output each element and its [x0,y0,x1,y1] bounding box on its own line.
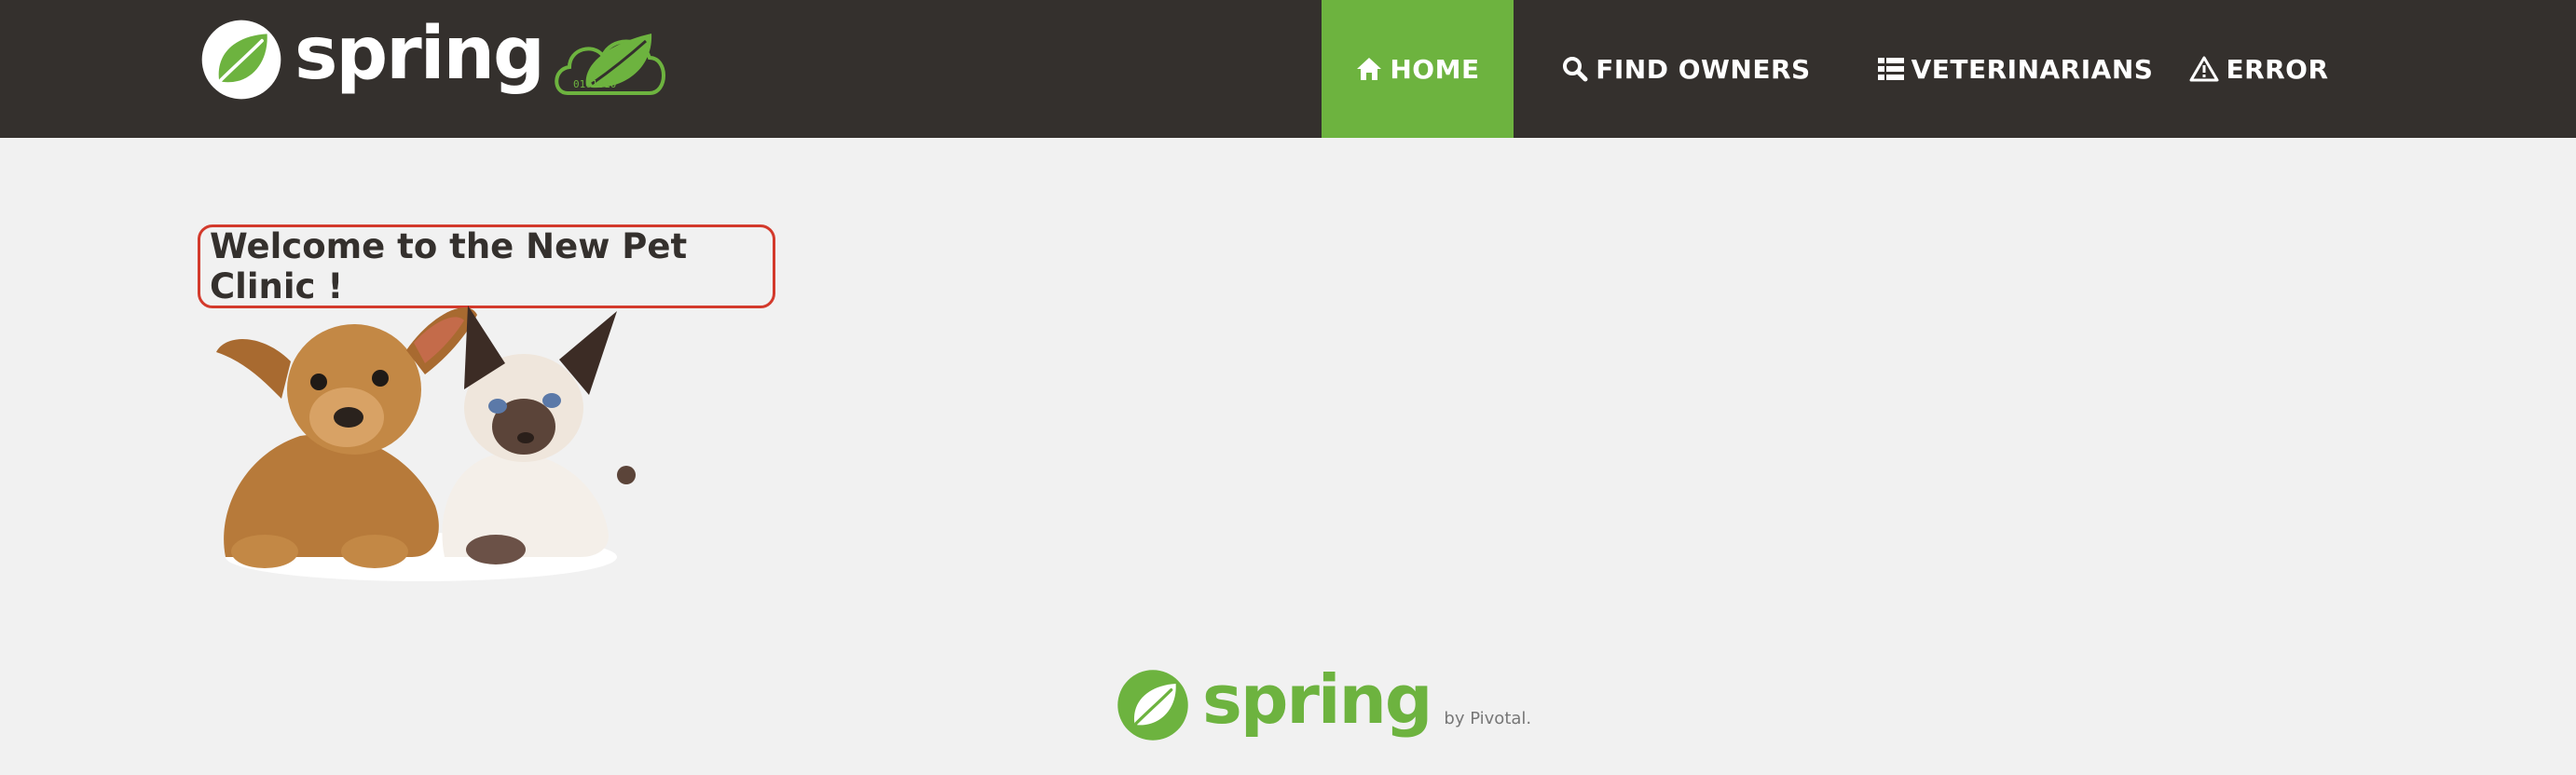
cloud-digits: 0101010 [573,78,616,90]
spring-leaf-icon [201,20,281,100]
nav-error-label: ERROR [2226,53,2329,85]
footer-by-pivotal: by Pivotal. [1444,708,1532,728]
pets-image [216,306,636,581]
nav-find-owners-label: FIND OWNERS [1596,53,1811,85]
footer-spring-logo: spring by Pivotal. [1115,663,1531,747]
main-nav: HOME FIND OWNERS VETERINARIANS ERROR [1322,0,2347,138]
nav-item-home[interactable]: HOME [1322,0,1514,138]
warning-icon [2189,56,2219,82]
home-icon [1357,58,1382,80]
spring-leaf-icon [1117,670,1188,741]
search-icon [1563,57,1588,82]
nav-veterinarians-label: VETERINARIANS [1911,53,2154,85]
nav-item-veterinarians[interactable]: VETERINARIANS [1858,0,2172,138]
nav-item-find-owners[interactable]: FIND OWNERS [1514,0,1858,138]
nav-item-error[interactable]: ERROR [2172,0,2347,138]
footer-wordmark: spring [1202,660,1432,739]
cloud-leaf-icon: 0101010 [555,34,665,95]
navbar: spring 0101010 HOME FIND OWNERS VETERINA… [0,0,2576,138]
brand-wordmark: spring [295,12,545,96]
nav-home-label: HOME [1390,53,1480,85]
list-icon [1877,58,1904,80]
brand-logo[interactable]: spring 0101010 [198,17,672,102]
